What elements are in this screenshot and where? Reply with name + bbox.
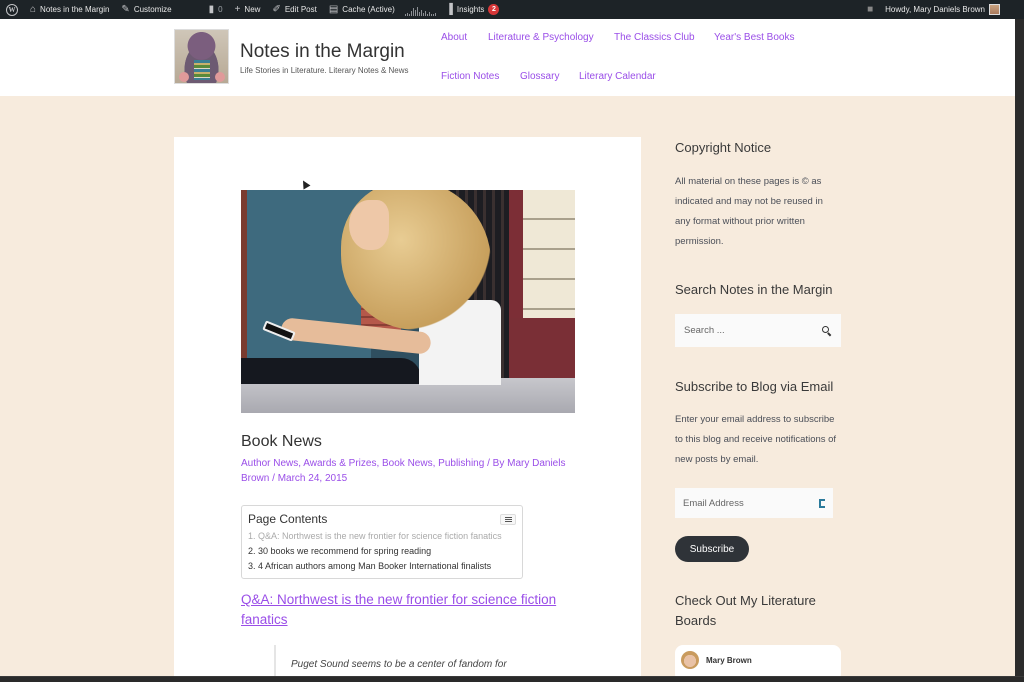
admin-bar-customize[interactable]: ✎ Customize	[115, 0, 177, 19]
admin-bar-site-name[interactable]: ⌂ Notes in the Margin	[24, 0, 115, 19]
search-icon[interactable]	[822, 325, 832, 336]
admin-bar-my-account[interactable]: Howdy, Mary Daniels Brown	[879, 0, 1006, 19]
site-name-label: Notes in the Margin	[40, 5, 110, 14]
subscribe-button[interactable]: Subscribe	[675, 536, 749, 562]
nav-years-best-books[interactable]: Year's Best Books	[714, 32, 794, 43]
logo-paw-graphic	[215, 72, 225, 82]
nav-literature-psychology[interactable]: Literature & Psychology	[488, 32, 594, 43]
email-form	[675, 488, 833, 518]
boards-widget-title: Check Out My Literature Boards	[675, 593, 816, 628]
toc-item[interactable]: 1. Q&A: Northwest is the new frontier fo…	[248, 529, 516, 544]
cache-label: Cache (Active)	[342, 5, 395, 14]
nav-fiction-notes[interactable]: Fiction Notes	[441, 71, 499, 82]
admin-bar-notifications[interactable]: ■	[861, 0, 879, 19]
category-link[interactable]: Awards & Prizes	[303, 458, 376, 469]
howdy-label: Howdy, Mary Daniels Brown	[885, 5, 985, 14]
password-manager-icon[interactable]	[819, 498, 825, 508]
brush-icon: ✎	[121, 3, 130, 15]
list-icon	[504, 517, 512, 522]
bar-chart-icon: ▐	[445, 3, 453, 15]
nav-about[interactable]: About	[441, 32, 467, 43]
toc-title: Page Contents	[248, 512, 328, 526]
category-link[interactable]: Publishing	[438, 458, 484, 469]
subscribe-text: Enter your email address to subscribe to…	[675, 414, 837, 465]
nav-glossary[interactable]: Glossary	[520, 71, 559, 82]
category-link[interactable]: Book News	[382, 458, 433, 469]
toc-toggle-button[interactable]	[500, 514, 516, 525]
notification-icon: ■	[867, 3, 874, 15]
site-tagline: Life Stories in Literature. Literary Not…	[240, 66, 409, 75]
logo-books-graphic	[194, 60, 210, 80]
nav-classics-club[interactable]: The Classics Club	[614, 32, 695, 43]
table-of-contents: Page Contents 1. Q&A: Northwest is the n…	[241, 505, 523, 579]
admin-bar: W ⌂ Notes in the Margin ✎ Customize ▮ 0 …	[0, 0, 1024, 19]
site-title[interactable]: Notes in the Margin	[240, 41, 405, 63]
by-prefix: / By	[484, 458, 508, 469]
cache-icon: ▤	[328, 3, 339, 15]
subscribe-widget-title: Subscribe to Blog via Email	[675, 379, 834, 394]
admin-bar-comments[interactable]: ▮ 0	[203, 0, 229, 19]
profile-name[interactable]: Mary Brown	[706, 656, 752, 665]
blockquote: Puget Sound seems to be a center of fand…	[274, 645, 574, 676]
comment-icon: ▮	[208, 3, 215, 15]
avatar	[681, 651, 699, 669]
insights-badge: 2	[488, 4, 500, 15]
plus-icon: +	[234, 3, 241, 15]
nav-literary-calendar[interactable]: Literary Calendar	[579, 71, 656, 82]
bottom-bar	[0, 676, 1024, 682]
window-edge	[1015, 19, 1024, 682]
admin-bar-edit-post[interactable]: ✐ Edit Post	[266, 0, 322, 19]
copyright-text: All material on these pages is © as indi…	[675, 176, 823, 247]
pencil-icon: ✐	[272, 3, 281, 15]
site-logo[interactable]	[174, 29, 229, 84]
featured-image	[241, 190, 575, 413]
post-title: Book News	[241, 433, 322, 450]
new-label: New	[244, 5, 261, 14]
comments-count: 0	[218, 5, 223, 14]
search-widget-title: Search Notes in the Margin	[675, 282, 833, 297]
separator: /	[269, 473, 278, 484]
category-link[interactable]: Author News	[241, 458, 298, 469]
stats-sparkline[interactable]	[401, 4, 440, 16]
copyright-widget-title: Copyright Notice	[675, 140, 772, 155]
edit-post-label: Edit Post	[284, 5, 317, 14]
site-header: Notes in the Margin Life Stories in Lite…	[0, 19, 1015, 96]
customize-label: Customize	[133, 5, 172, 14]
search-input[interactable]	[684, 325, 822, 336]
wp-logo-menu[interactable]: W	[0, 0, 24, 19]
logo-paw-graphic	[179, 72, 189, 82]
admin-bar-insights[interactable]: ▐ Insights 2	[440, 0, 506, 19]
quote-text: Puget Sound seems to be a center of fand…	[291, 659, 507, 670]
wordpress-icon: W	[6, 3, 18, 16]
admin-bar-new[interactable]: + New	[229, 0, 267, 19]
toc-item[interactable]: 3. 4 African authors among Man Booker In…	[248, 559, 516, 574]
post-date: March 24, 2015	[277, 473, 348, 484]
avatar	[989, 4, 1000, 15]
email-field[interactable]	[683, 497, 819, 509]
post-meta: Author News, Awards & Prizes, Book News,…	[241, 456, 581, 486]
admin-bar-cache[interactable]: ▤ Cache (Active)	[323, 0, 401, 19]
section-heading-link[interactable]: Q&A: Northwest is the new frontier for s…	[241, 590, 581, 630]
insights-label: Insights	[456, 5, 485, 14]
dashboard-icon: ⌂	[30, 3, 37, 15]
toc-item[interactable]: 2. 30 books we recommend for spring read…	[248, 544, 516, 559]
search-form	[675, 314, 841, 347]
